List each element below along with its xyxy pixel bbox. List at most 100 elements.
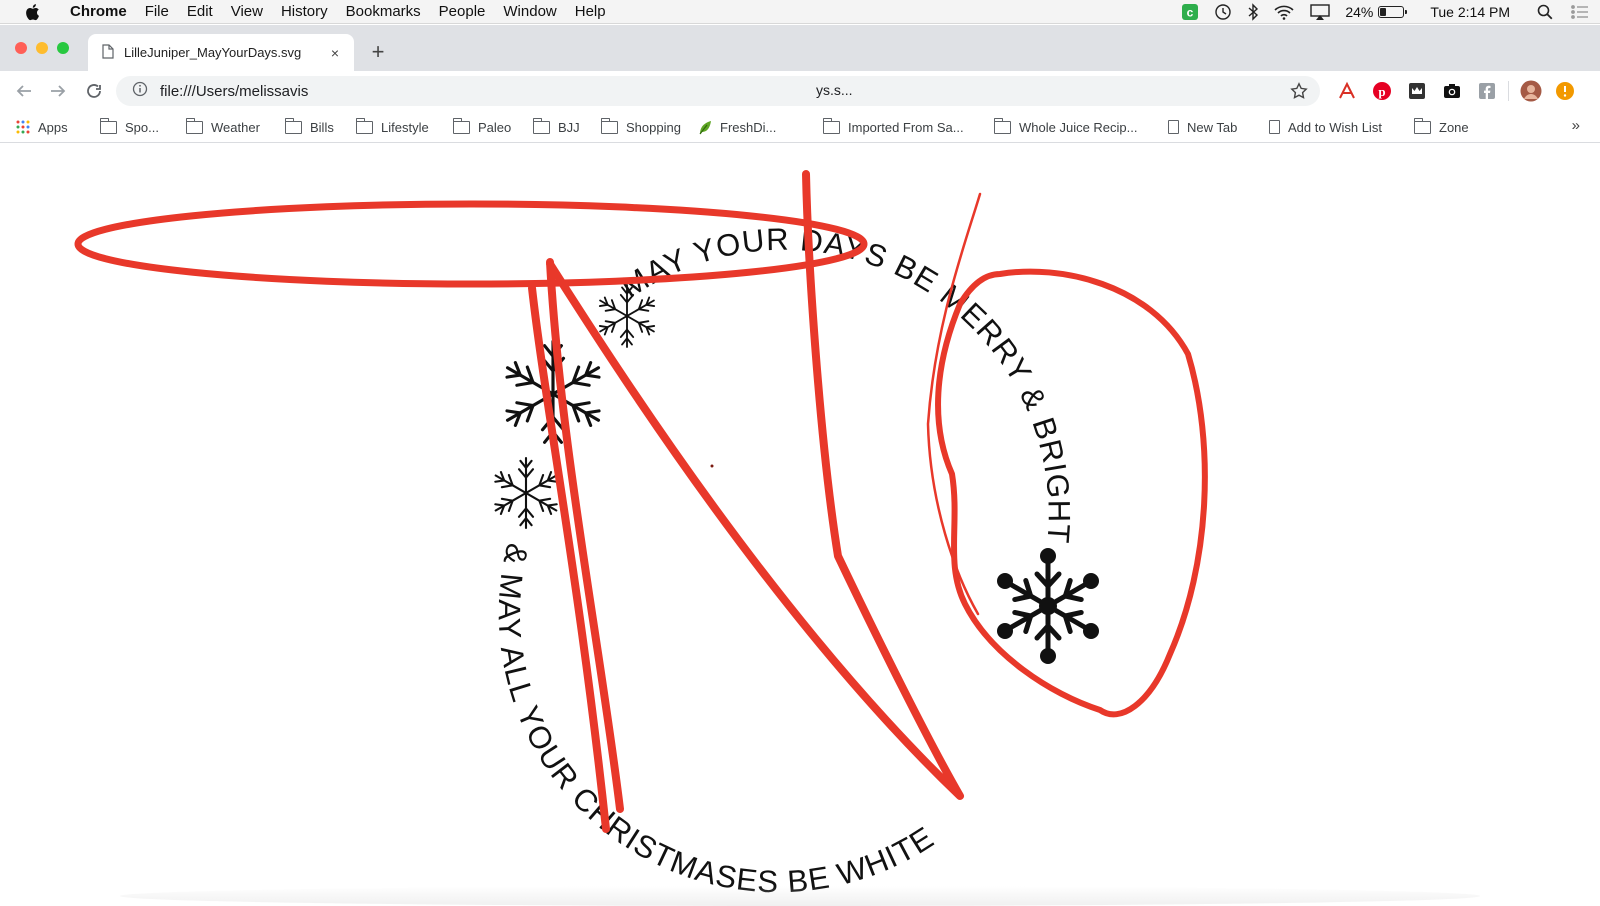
svg-text:c: c [1187,6,1194,20]
window-close-button[interactable] [15,42,27,54]
profile-avatar[interactable] [1520,80,1542,102]
bookmarks-overflow-chevron-icon[interactable]: » [1572,117,1580,134]
active-tab[interactable]: LilleJuniper_MayYourDays.svg × [88,34,354,71]
stray-dot [710,464,714,468]
page-icon [1168,120,1179,134]
forward-arrow-icon[interactable] [44,77,72,105]
bookmark-folder-lifestyle[interactable]: Lifestyle [348,117,429,135]
snowflake-small-left-icon [495,458,558,528]
tab-title: LilleJuniper_MayYourDays.svg [124,45,302,60]
bookmark-folder-zone[interactable]: Zone [1406,117,1469,135]
window-zoom-button[interactable] [57,42,69,54]
svg-artwork: MAY YOUR DAYS BE MERRY & BRIGHT & MAY AL… [74,170,1208,899]
bookmark-folder-paleo[interactable]: Paleo [445,117,512,135]
grammarly-icon[interactable]: c [1181,3,1199,21]
macos-menu-bar: Chrome File Edit View History Bookmarks … [0,0,1600,24]
battery-icon [1378,6,1408,18]
folder-icon [533,117,550,134]
bookmark-add-to-wish-list[interactable]: Add to Wish List [1261,119,1382,135]
bookmark-label: BJJ [558,119,580,135]
apple-icon[interactable] [22,2,42,22]
bookmark-label: FreshDi... [720,119,777,135]
toolbar-divider [1508,81,1509,101]
browser-toolbar: file:///Users/melissavis ys.s... p [0,71,1600,111]
page-content: MAY YOUR DAYS BE MERRY & BRIGHT & MAY AL… [0,144,1600,906]
battery-fill [1380,8,1387,16]
battery-percent: 24% [1345,4,1374,20]
url-text: file:///Users/melissavis [160,82,309,100]
bookmark-label: New Tab [1187,119,1238,135]
crown-extension-icon[interactable] [1406,80,1428,102]
acrobat-extension-icon[interactable] [1336,80,1358,102]
bookmark-label: Paleo [478,119,512,135]
folder-icon [601,117,618,134]
bookmarks-bar: Apps Spo... Weather Bills Lifestyle Pale… [0,111,1600,143]
pinterest-extension-icon[interactable]: p [1371,80,1393,102]
tab-close-icon[interactable]: × [326,44,344,62]
bluetooth-icon[interactable] [1247,3,1259,21]
wifi-icon[interactable] [1273,3,1295,21]
tab-strip: LilleJuniper_MayYourDays.svg × + [0,25,1600,71]
bookmark-new-tab[interactable]: New Tab [1160,119,1237,135]
battery-status[interactable]: 24% [1345,4,1408,20]
folder-icon [285,117,302,134]
document-icon [102,43,114,62]
snowflake-bold-right-icon [997,548,1099,664]
bookmark-folder-bjj[interactable]: BJJ [525,117,580,135]
folder-icon [823,117,840,134]
new-tab-button[interactable]: + [366,39,390,64]
window-minimize-button[interactable] [36,42,48,54]
bookmark-label: Weather [211,119,260,135]
svg-text:p: p [1378,84,1385,99]
folder-icon [994,117,1011,134]
menu-edit[interactable]: Edit [178,0,222,24]
folder-icon [1414,117,1431,134]
bookmark-label: Bills [310,119,334,135]
menubar-clock[interactable]: Tue 2:14 PM [1430,4,1510,20]
menu-people[interactable]: People [430,0,495,24]
menu-view[interactable]: View [222,0,272,24]
bookmark-label: Shopping [626,119,681,135]
menu-file[interactable]: File [136,0,178,24]
arc-text-bottom: & MAY ALL YOUR CHRISTMASES BE WHITE [492,540,941,899]
notification-center-icon[interactable] [1570,4,1590,20]
menu-help[interactable]: Help [566,0,615,24]
bookmark-label: Imported From Sa... [848,119,964,135]
update-alert-icon[interactable] [1554,80,1576,102]
folder-icon [453,117,470,134]
page-bottom-shadow [120,886,1480,906]
address-bar[interactable]: file:///Users/melissavis ys.s... [116,76,1320,106]
bookmark-label: Zone [1439,119,1469,135]
menu-app-name[interactable]: Chrome [64,0,136,24]
bookmark-label: Apps [38,119,68,135]
time-machine-icon[interactable] [1213,2,1233,22]
site-info-icon[interactable] [132,81,148,101]
spotlight-search-icon[interactable] [1536,3,1554,21]
page-icon [1269,120,1280,134]
bookmark-folder-weather[interactable]: Weather [178,117,260,135]
arc-text-bottom-path: & MAY ALL YOUR CHRISTMASES BE WHITE [492,540,940,899]
back-arrow-icon[interactable] [10,77,38,105]
bookmark-folder-whole-juice[interactable]: Whole Juice Recip... [986,117,1138,135]
bookmark-folder-sports[interactable]: Spo... [92,117,159,135]
apps-grid-icon [16,120,30,134]
bookmark-folder-bills[interactable]: Bills [277,117,334,135]
url-tail-text: ys.s... [816,82,853,98]
bookmark-label: Lifestyle [381,119,429,135]
bookmark-label: Spo... [125,119,159,135]
menu-bookmarks[interactable]: Bookmarks [337,0,430,24]
folder-icon [186,117,203,134]
reload-icon[interactable] [80,77,108,105]
bookmark-folder-shopping[interactable]: Shopping [593,117,681,135]
menu-history[interactable]: History [272,0,337,24]
bookmark-folder-imported[interactable]: Imported From Sa... [815,117,964,135]
bookmark-apps[interactable]: Apps [16,119,68,135]
airplay-icon[interactable] [1309,3,1331,21]
bookmark-star-icon[interactable] [1290,82,1308,100]
facebook-extension-icon[interactable] [1476,80,1498,102]
menu-window[interactable]: Window [494,0,565,24]
bookmark-label: Whole Juice Recip... [1019,119,1138,135]
bookmark-freshdirect[interactable]: FreshDi... [698,119,776,135]
leaf-icon [699,120,711,134]
camera-extension-icon[interactable] [1441,80,1463,102]
